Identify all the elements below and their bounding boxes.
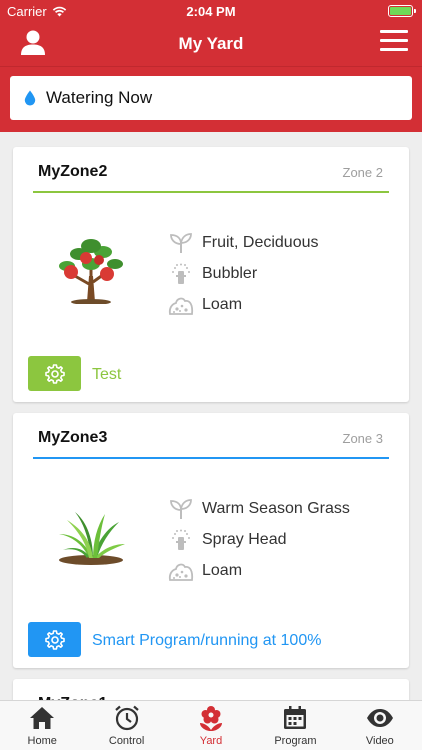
watering-now-banner[interactable]: Watering Now	[10, 76, 412, 120]
zone-settings-button[interactable]	[28, 622, 81, 657]
tab-label: Yard	[199, 735, 223, 747]
plant-type-label: Fruit, Deciduous	[202, 233, 319, 251]
zone-name: MyZone2	[38, 163, 108, 180]
flower-icon	[200, 706, 223, 731]
tab-bar: Home Control Yard Program Video	[0, 700, 422, 750]
soil-type-label: Loam	[202, 295, 243, 313]
page-title: My Yard	[178, 34, 244, 53]
tab-video[interactable]: Video	[338, 701, 422, 750]
zone-number: Zone 2	[342, 165, 383, 180]
zone-attributes: Fruit, Deciduous Bubbler Loam	[168, 227, 319, 320]
header-divider	[0, 66, 422, 67]
sprinkler-type-row: Spray Head	[168, 524, 350, 555]
status-bar: Carrier 2:04 PM	[0, 0, 422, 22]
home-icon	[30, 707, 55, 729]
soil-icon	[168, 563, 194, 581]
zone-card[interactable]: MyZone2 Zone 2 Fruit, Deciduous Bubbler …	[13, 147, 409, 402]
watering-now-label: Watering Now	[46, 88, 153, 107]
zone-attributes: Warm Season Grass Spray Head Loam	[168, 493, 350, 586]
gear-icon	[44, 363, 65, 384]
tab-label: Video	[365, 735, 394, 747]
sprout-icon	[170, 498, 192, 519]
eye-icon	[366, 709, 393, 727]
tab-home[interactable]: Home	[0, 701, 84, 750]
tab-yard[interactable]: Yard	[169, 701, 253, 750]
calendar-icon	[284, 706, 307, 729]
grass-icon	[59, 512, 125, 565]
zone-name: MyZone3	[38, 429, 108, 446]
plant-type-label: Warm Season Grass	[202, 499, 350, 517]
tab-program[interactable]: Program	[253, 701, 337, 750]
sprinkler-type-label: Bubbler	[202, 264, 258, 282]
sprinkler-type-row: Bubbler	[168, 258, 319, 289]
clock-icon	[114, 705, 139, 731]
battery-icon	[388, 5, 416, 17]
sprinkler-type-label: Spray Head	[202, 530, 287, 548]
zone-card[interactable]: MyZone3 Zone 3 Warm Season Grass Spray H…	[13, 413, 409, 668]
nav-bar: My Yard	[0, 22, 422, 66]
zone-action-link[interactable]: Smart Program/running at 100%	[92, 632, 321, 650]
soil-icon	[168, 297, 194, 315]
zone-divider	[33, 191, 389, 193]
sprout-icon	[170, 232, 192, 253]
tab-label: Program	[274, 735, 317, 747]
tab-label: Home	[27, 735, 57, 747]
status-time: 2:04 PM	[186, 4, 236, 19]
soil-type-row: Loam	[168, 555, 350, 586]
sprinkler-icon	[172, 529, 190, 550]
app-header: Carrier 2:04 PM My Yard Watering Now	[0, 0, 422, 132]
soil-type-row: Loam	[168, 289, 319, 320]
zone-settings-button[interactable]	[28, 356, 81, 391]
zone-divider	[33, 457, 389, 459]
hamburger-menu-icon[interactable]	[380, 30, 408, 56]
tab-label: Control	[108, 735, 145, 747]
gear-icon	[44, 629, 65, 650]
zone-number: Zone 3	[342, 431, 383, 446]
sprinkler-icon	[172, 263, 190, 284]
fruit-tree-icon	[59, 239, 123, 304]
zone-action-link[interactable]: Test	[92, 366, 121, 384]
water-drop-icon	[24, 90, 36, 106]
tab-control[interactable]: Control	[84, 701, 168, 750]
soil-type-label: Loam	[202, 561, 243, 579]
plant-type-row: Warm Season Grass	[168, 493, 350, 524]
plant-type-row: Fruit, Deciduous	[168, 227, 319, 258]
